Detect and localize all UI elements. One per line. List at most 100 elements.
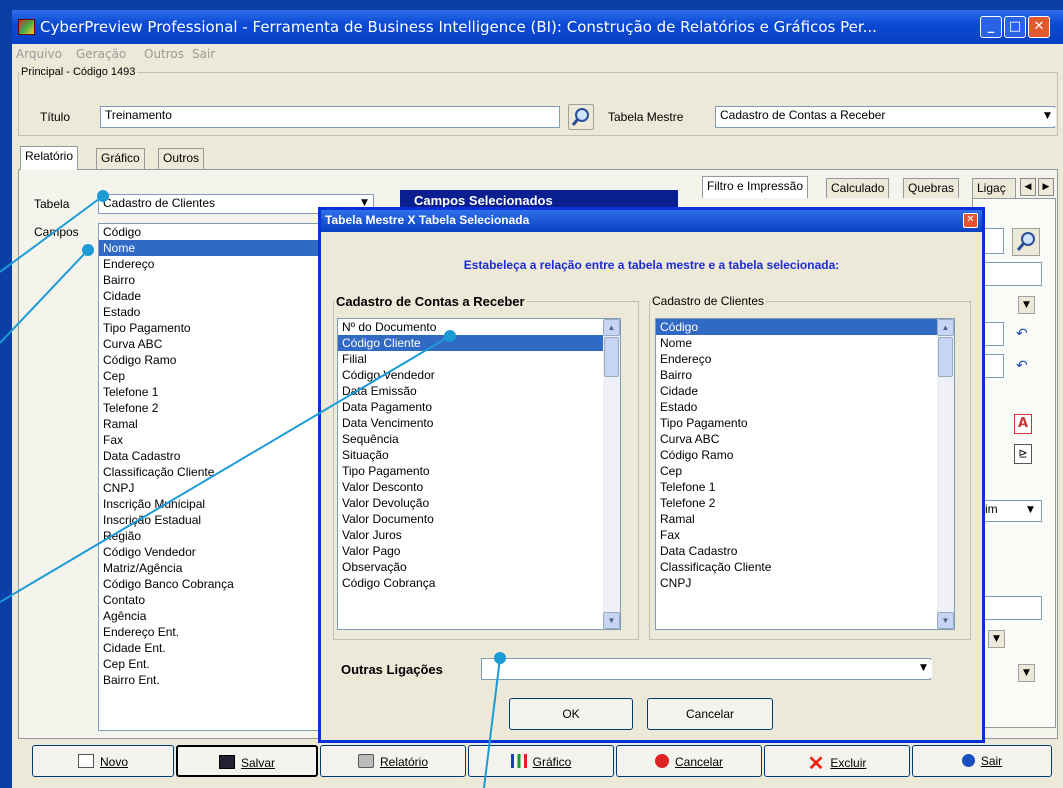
tabela-mestre-select[interactable]: Cadastro de Contas a Receber (715, 106, 1055, 128)
scroll-thumb[interactable] (604, 337, 619, 377)
scroll-down-icon[interactable]: ▼ (603, 612, 620, 629)
list-item[interactable]: Bairro (656, 367, 937, 383)
list-item[interactable]: Ramal (656, 511, 937, 527)
app-window: CyberPreview Professional - Ferramenta d… (12, 10, 1063, 788)
document-icon[interactable]: ⊵ (1014, 444, 1032, 464)
menu-sair[interactable]: Sair (192, 47, 215, 61)
list-item[interactable]: Endereço (656, 351, 937, 367)
contas-receber-list[interactable]: Nº do Documento Código Cliente Filial Códig… (337, 318, 621, 630)
grafico-button[interactable]: Gráfico (468, 745, 614, 777)
minimize-button[interactable]: _ (980, 16, 1002, 38)
salvar-button[interactable]: Salvar (176, 745, 318, 777)
left-desktop-stripe (0, 0, 12, 788)
window-title: CyberPreview Professional - Ferramenta d… (40, 18, 877, 36)
tab-filtro-impressao[interactable]: Filtro e Impressão (702, 176, 809, 198)
tab-calculado[interactable]: Calculado (826, 178, 890, 198)
chevron-down-icon[interactable]: ▼ (1018, 664, 1035, 682)
outras-ligacoes-select[interactable] (481, 658, 931, 680)
list-item[interactable]: Estado (656, 399, 937, 415)
list-item[interactable]: Valor Documento (338, 511, 603, 527)
list-item[interactable]: Cidade (656, 383, 937, 399)
list-item[interactable]: Valor Devolução (338, 495, 603, 511)
sair-button[interactable]: Sair (912, 745, 1052, 777)
undo-icon[interactable]: ↶ (1016, 326, 1036, 342)
relatorio-button[interactable]: Relatório (320, 745, 466, 777)
chevron-down-icon[interactable]: ▼ (1018, 296, 1035, 314)
cancelar-main-button[interactable]: Cancelar (616, 745, 762, 777)
maximize-button[interactable]: □ (1004, 16, 1026, 38)
excluir-label: Excluir (830, 756, 867, 770)
tab-quebras[interactable]: Quebras (903, 178, 960, 198)
scroll-down-icon[interactable]: ▼ (937, 612, 954, 629)
menu-outros[interactable]: Outros (144, 47, 184, 61)
close-button[interactable]: ✕ (1028, 16, 1050, 38)
cadastro-clientes-list[interactable]: Código Nome Endereço Bairro Cidade Estado Tipo… (655, 318, 955, 630)
vertical-scrollbar[interactable]: ▲ ▼ (937, 319, 954, 629)
list-item[interactable]: Código Cobrança (338, 575, 603, 591)
scroll-up-icon[interactable]: ▲ (937, 319, 954, 336)
delete-x-icon: ✕ (807, 753, 825, 775)
tab-grafico[interactable]: Gráfico (96, 148, 145, 170)
undo-icon[interactable]: ↶ (1016, 358, 1036, 374)
list-item[interactable]: Filial (338, 351, 603, 367)
list-item[interactable]: Situação (338, 447, 603, 463)
titulo-input[interactable]: Treinamento (100, 106, 560, 128)
list-item[interactable]: Telefone 1 (656, 479, 937, 495)
dialog-close-icon[interactable]: ✕ (963, 213, 978, 228)
list-item[interactable]: CNPJ (656, 575, 937, 591)
list-item[interactable]: Tipo Pagamento (656, 415, 937, 431)
left-table-legend: Cadastro de Contas a Receber (336, 294, 525, 309)
list-item[interactable]: Nome (656, 335, 937, 351)
list-item[interactable]: Data Cadastro (656, 543, 937, 559)
list-item[interactable]: Código Ramo (656, 447, 937, 463)
novo-button[interactable]: Novo (32, 745, 174, 777)
list-items: Nº do Documento Código Cliente Filial Códig… (338, 319, 603, 591)
magnifier-icon (1016, 232, 1035, 251)
list-item[interactable]: Telefone 2 (656, 495, 937, 511)
ok-button[interactable]: OK (509, 698, 633, 730)
tab-relatorio[interactable]: Relatório (20, 146, 79, 170)
scroll-up-icon[interactable]: ▲ (603, 319, 620, 336)
chevron-down-icon[interactable]: ▼ (915, 660, 932, 678)
list-item[interactable]: Código (656, 319, 937, 335)
tab-scroll-left[interactable]: ◀ (1020, 178, 1036, 196)
list-item[interactable]: Data Vencimento (338, 415, 603, 431)
right-table-legend: Cadastro de Clientes (652, 294, 765, 308)
list-item[interactable]: Tipo Pagamento (338, 463, 603, 479)
search-right-button[interactable] (1012, 228, 1040, 256)
tab-scroll-right[interactable]: ▶ (1038, 178, 1054, 196)
list-item[interactable]: Classificação Cliente (656, 559, 937, 575)
chevron-down-icon[interactable]: ▼ (988, 630, 1005, 648)
grafico-label: Gráfico (532, 755, 572, 769)
dialog-instruction: Estabeleça a relação entre a tabela mest… (463, 258, 840, 272)
chevron-down-icon[interactable]: ▼ (1022, 502, 1039, 520)
menu-geracao[interactable]: Geração (76, 47, 126, 61)
power-icon (961, 754, 975, 767)
principal-legend: Principal - Código 1493 (21, 66, 136, 78)
search-titulo-button[interactable] (568, 104, 594, 130)
dialog-cancelar-button[interactable]: Cancelar (647, 698, 773, 730)
relation-dialog: Tabela Mestre X Tabela Selecionada ✕ Est… (318, 207, 985, 743)
list-item[interactable]: Valor Pago (338, 543, 603, 559)
list-item[interactable]: Fax (656, 527, 937, 543)
new-document-icon (77, 754, 94, 768)
tab-outros[interactable]: Outros (158, 148, 205, 170)
menu-arquivo[interactable]: Arquivo (16, 47, 62, 61)
list-item[interactable]: Cep (656, 463, 937, 479)
scroll-thumb[interactable] (938, 337, 953, 377)
list-item[interactable]: Nº do Documento (338, 319, 603, 335)
pdf-icon[interactable]: A (1014, 414, 1032, 434)
list-item[interactable]: Valor Desconto (338, 479, 603, 495)
list-item[interactable]: Código Cliente (338, 335, 603, 351)
tab-ligacoes[interactable]: Ligaç (972, 178, 1016, 198)
chevron-down-icon[interactable]: ▼ (1039, 108, 1056, 126)
list-item[interactable]: Data Pagamento (338, 399, 603, 415)
list-item[interactable]: Curva ABC (656, 431, 937, 447)
vertical-scrollbar[interactable]: ▲ ▼ (603, 319, 620, 629)
list-item[interactable]: Código Vendedor (338, 367, 603, 383)
list-item[interactable]: Observação (338, 559, 603, 575)
list-item[interactable]: Data Emissão (338, 383, 603, 399)
excluir-button[interactable]: ✕ Excluir (764, 745, 910, 777)
list-item[interactable]: Sequência (338, 431, 603, 447)
list-item[interactable]: Valor Juros (338, 527, 603, 543)
